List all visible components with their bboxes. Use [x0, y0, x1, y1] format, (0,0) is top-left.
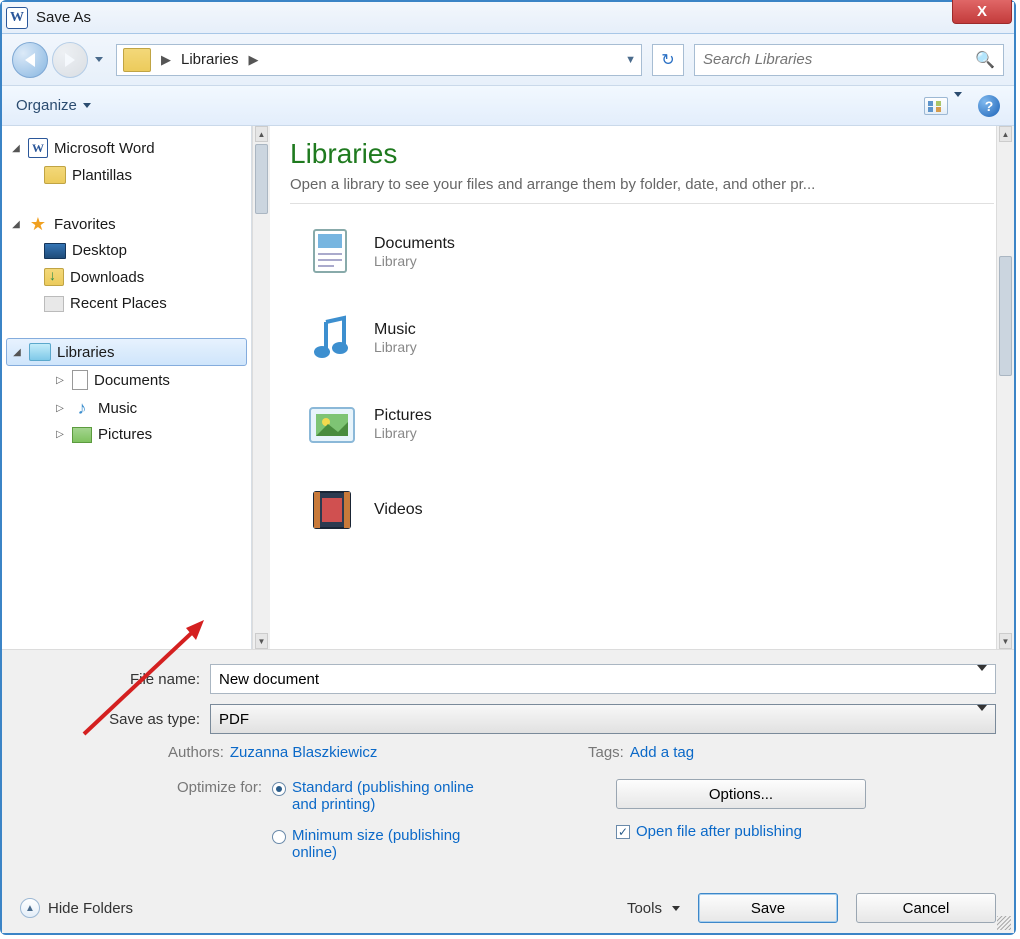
star-icon: ★ [28, 214, 48, 234]
library-music[interactable]: Music Library [290, 300, 994, 386]
save-type-dropdown[interactable]: PDF [210, 704, 996, 734]
tree-item-favorites[interactable]: ◢ ★ Favorites [2, 210, 251, 238]
save-button[interactable]: Save [698, 893, 838, 923]
authors-value[interactable]: Zuzanna Blaszkiewicz [230, 744, 378, 761]
tree-item-desktop[interactable]: Desktop [2, 238, 251, 263]
dropdown-icon[interactable] [977, 671, 987, 688]
scroll-thumb[interactable] [255, 144, 268, 214]
collapse-icon[interactable]: ◢ [11, 347, 23, 358]
libraries-icon [29, 343, 51, 361]
navigation-tree: ◢ W Microsoft Word Plantillas ◢ ★ Favori… [2, 126, 252, 649]
nav-bar: ▶ Libraries ▶ ▼ ↻ 🔍 [2, 34, 1014, 86]
content-pane: Libraries Open a library to see your fil… [270, 126, 1014, 649]
search-icon: 🔍 [975, 50, 995, 70]
radio-standard[interactable]: Standard (publishing online and printing… [272, 779, 492, 813]
forward-button[interactable] [52, 42, 88, 78]
word-icon: W [28, 138, 48, 158]
documents-library-icon [304, 224, 360, 280]
address-dropdown-icon[interactable]: ▼ [625, 54, 636, 66]
tree-item-documents[interactable]: ▷ Documents [2, 366, 251, 394]
nav-history-dropdown[interactable] [92, 42, 106, 78]
download-folder-icon [44, 267, 64, 287]
search-box[interactable]: 🔍 [694, 44, 1004, 76]
search-input[interactable] [703, 51, 975, 68]
word-app-icon: W [6, 7, 28, 29]
tools-menu[interactable]: Tools [627, 900, 680, 917]
folder-icon [123, 48, 151, 72]
scroll-down-icon[interactable]: ▼ [999, 633, 1012, 649]
content-scrollbar[interactable]: ▲ ▼ [996, 126, 1014, 649]
radio-icon [272, 782, 286, 796]
organize-menu[interactable]: Organize [16, 97, 91, 114]
save-type-label: Save as type: [20, 711, 210, 728]
view-icon [924, 97, 948, 115]
radio-icon [272, 830, 286, 844]
scroll-thumb[interactable] [999, 256, 1012, 376]
options-button[interactable]: Options... [616, 779, 866, 809]
desktop-icon [44, 243, 66, 259]
expand-icon[interactable]: ▷ [54, 429, 66, 440]
authors-label: Authors: [168, 744, 224, 761]
back-button[interactable] [12, 42, 48, 78]
open-after-checkbox[interactable]: ✓ Open file after publishing [616, 823, 866, 840]
save-as-dialog: W Save As X ▶ Libraries ▶ ▼ ↻ 🔍 Organize [0, 0, 1016, 935]
videos-library-icon [304, 482, 360, 538]
library-pictures[interactable]: Pictures Library [290, 386, 994, 472]
music-icon: ♪ [72, 398, 92, 418]
radio-minimum[interactable]: Minimum size (publishing online) [272, 827, 492, 861]
tree-item-downloads[interactable]: Downloads [2, 263, 251, 291]
form-panel: File name: New document Save as type: PD… [2, 649, 1014, 933]
collapse-icon[interactable]: ◢ [10, 219, 22, 230]
library-videos[interactable]: Videos [290, 472, 994, 538]
filename-label: File name: [20, 671, 210, 688]
checkbox-icon: ✓ [616, 825, 630, 839]
chevron-up-icon: ▲ [20, 898, 40, 918]
tree-item-word[interactable]: ◢ W Microsoft Word [2, 134, 251, 162]
toolbar: Organize ? [2, 86, 1014, 126]
scroll-up-icon[interactable]: ▲ [999, 126, 1012, 142]
resize-grip[interactable] [997, 916, 1011, 930]
expand-icon[interactable]: ▷ [54, 375, 66, 386]
cancel-button[interactable]: Cancel [856, 893, 996, 923]
sidebar-scrollbar[interactable]: ▲ ▼ [252, 126, 270, 649]
recent-icon [44, 296, 64, 312]
tree-item-music[interactable]: ▷ ♪ Music [2, 394, 251, 422]
titlebar: W Save As X [2, 2, 1014, 34]
breadcrumb-separator-icon: ▶ [161, 52, 171, 68]
scroll-down-icon[interactable]: ▼ [255, 633, 268, 649]
tree-item-plantillas[interactable]: Plantillas [2, 162, 251, 188]
window-title: Save As [36, 9, 91, 26]
content-heading: Libraries [290, 138, 994, 170]
collapse-icon[interactable]: ◢ [10, 143, 22, 154]
expand-icon[interactable]: ▷ [54, 403, 66, 414]
dropdown-icon[interactable] [977, 711, 987, 728]
close-button[interactable]: X [952, 0, 1012, 24]
tags-label: Tags: [588, 744, 624, 761]
filename-input[interactable]: New document [210, 664, 996, 694]
tree-item-pictures[interactable]: ▷ Pictures [2, 422, 251, 447]
tree-item-recent[interactable]: Recent Places [2, 291, 251, 316]
arrow-left-icon [25, 53, 35, 67]
breadcrumb-separator-icon: ▶ [249, 52, 259, 68]
tags-value[interactable]: Add a tag [630, 744, 694, 761]
address-bar[interactable]: ▶ Libraries ▶ ▼ [116, 44, 642, 76]
hide-folders-button[interactable]: ▲ Hide Folders [20, 898, 133, 918]
tree-item-libraries[interactable]: ◢ Libraries [6, 338, 247, 366]
folder-icon [44, 166, 66, 184]
arrow-right-icon [65, 53, 75, 67]
scroll-up-icon[interactable]: ▲ [255, 126, 268, 142]
breadcrumb-root[interactable]: Libraries [177, 49, 243, 70]
library-documents[interactable]: Documents Library [290, 214, 994, 300]
optimize-label: Optimize for: [20, 779, 272, 796]
content-subtitle: Open a library to see your files and arr… [290, 176, 994, 193]
pictures-library-icon [304, 396, 360, 452]
music-library-icon [304, 310, 360, 366]
help-button[interactable]: ? [978, 95, 1000, 117]
refresh-button[interactable]: ↻ [652, 44, 684, 76]
picture-icon [72, 427, 92, 443]
view-mode-button[interactable] [924, 97, 962, 115]
document-icon [72, 370, 88, 390]
